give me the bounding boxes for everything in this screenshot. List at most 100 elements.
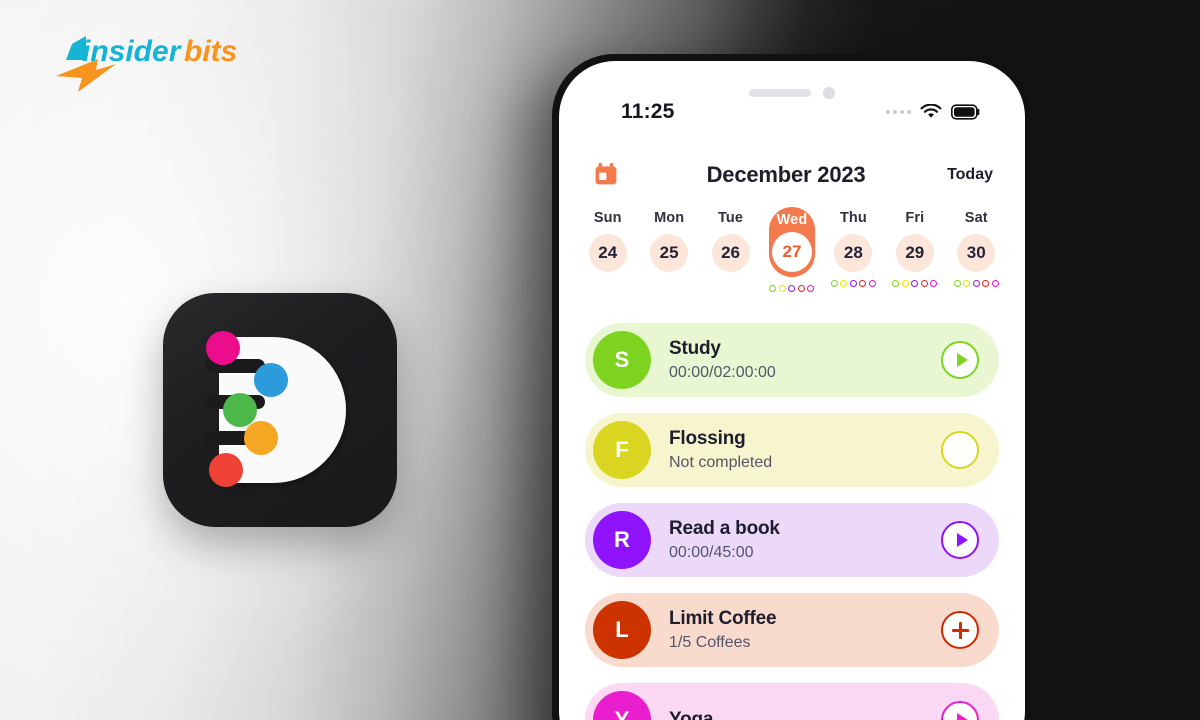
logo-text-bits: bits [184, 35, 237, 68]
indicator-dot [797, 285, 805, 292]
habit-avatar: Y [593, 691, 651, 720]
day-number: 25 [650, 234, 689, 272]
day-pill: Fri 29 [892, 207, 938, 272]
habit-text: Flossing Not completed [651, 428, 941, 472]
app-header: December 2023 Today [559, 153, 1025, 197]
week-day-mon[interactable]: Mon 25 [638, 207, 699, 293]
habit-title: Study [669, 338, 721, 359]
start-timer-button[interactable] [941, 701, 979, 720]
day-number: 29 [895, 234, 934, 272]
logo-text-insider: insider [82, 35, 183, 68]
habit-text: Read a book 00:00/45:00 [651, 518, 941, 562]
indicator-dot [920, 280, 928, 287]
day-pill: Mon 25 [646, 207, 692, 272]
start-timer-button[interactable] [941, 341, 979, 379]
indicator-dot [859, 280, 867, 287]
habit-text: Yoga [651, 709, 941, 720]
indicator-dot [778, 285, 786, 292]
habit-title: Read a book [669, 518, 780, 539]
promo-stage: insider bits 11:25 December 2023 Today S… [0, 0, 1200, 720]
day-number: 24 [588, 234, 627, 272]
habit-subtitle: 1/5 Coffees [669, 633, 751, 651]
indicator-dot [982, 280, 990, 287]
signal-dots-icon [886, 110, 911, 114]
indicator-dot [972, 280, 980, 287]
habit-card[interactable]: S Study 00:00/02:00:00 [585, 323, 999, 397]
plus-icon [951, 621, 969, 639]
app-icon-dot-red [209, 453, 243, 487]
day-name-label: Fri [905, 210, 925, 226]
battery-icon [951, 104, 980, 120]
phone-mockup: 11:25 December 2023 Today Sun 24 Mon 25 … [552, 54, 1032, 720]
day-name-label: Sat [964, 210, 988, 226]
habit-card[interactable]: F Flossing Not completed [585, 413, 999, 487]
status-time: 11:25 [621, 100, 675, 123]
week-day-wed[interactable]: Wed 27 [761, 207, 822, 293]
increment-counter-button[interactable] [941, 611, 979, 649]
logo-svg: insider bits [56, 35, 237, 92]
play-icon [956, 353, 968, 367]
indicator-dot [892, 280, 900, 287]
week-day-tue[interactable]: Tue 26 [700, 207, 761, 293]
day-name-label: Mon [654, 210, 685, 226]
indicator-dot [840, 280, 848, 287]
week-day-thu[interactable]: Thu 28 [823, 207, 884, 293]
indicator-dot [769, 285, 777, 292]
habit-list[interactable]: S Study 00:00/02:00:00 F Flossing Not complet… [559, 323, 1025, 720]
habit-card[interactable]: Y Yoga [585, 683, 999, 720]
indicator-dot [807, 285, 815, 292]
habit-avatar: L [593, 601, 651, 659]
habit-avatar: F [593, 421, 651, 479]
habit-indicator-dots [769, 284, 815, 293]
habit-card[interactable]: L Limit Coffee 1/5 Coffees [585, 593, 999, 667]
status-indicators [886, 104, 981, 120]
week-day-sun[interactable]: Sun 24 [577, 207, 638, 293]
status-bar: 11:25 [559, 99, 1025, 125]
habit-subtitle: 00:00/45:00 [669, 543, 754, 561]
indicator-dot [868, 280, 876, 287]
app-icon-dot-orange [244, 421, 278, 455]
app-icon[interactable] [163, 293, 397, 527]
indicator-dot [963, 280, 971, 287]
indicator-dot [849, 280, 857, 287]
habit-subtitle: 00:00/02:00:00 [669, 363, 776, 381]
day-pill: Tue 26 [708, 207, 754, 272]
week-day-fri[interactable]: Fri 29 [884, 207, 945, 293]
start-timer-button[interactable] [941, 521, 979, 559]
week-strip: Sun 24 Mon 25 Tue 26 Wed 27 Thu 28 Fri 29 Sat 30 [559, 207, 1025, 293]
today-button[interactable]: Today [945, 162, 995, 188]
app-icon-dot-pink [206, 331, 240, 365]
calendar-icon[interactable] [593, 162, 619, 188]
phone-notch [559, 87, 1025, 99]
habit-subtitle: Not completed [669, 453, 773, 471]
app-icon-artwork [205, 331, 346, 487]
habit-indicator-dots [830, 279, 876, 288]
habit-text: Study 00:00/02:00:00 [651, 338, 941, 382]
indicator-dot [901, 280, 909, 287]
day-number: 28 [834, 234, 873, 272]
habit-title: Flossing [669, 428, 746, 449]
habit-indicator-dots [892, 279, 938, 288]
phone-screen: 11:25 December 2023 Today Sun 24 Mon 25 … [559, 61, 1025, 720]
habit-card[interactable]: R Read a book 00:00/45:00 [585, 503, 999, 577]
week-day-sat[interactable]: Sat 30 [946, 207, 1007, 293]
indicator-dot [911, 280, 919, 287]
day-name-label: Tue [718, 210, 744, 226]
mark-complete-checkbox[interactable] [941, 431, 979, 469]
day-name-label: Thu [839, 210, 867, 226]
day-pill: Thu 28 [830, 207, 876, 272]
indicator-dot [830, 280, 838, 287]
front-camera-icon [823, 87, 835, 99]
day-pill: Sat 30 [953, 207, 999, 272]
wifi-icon [920, 104, 942, 118]
habit-title: Limit Coffee [669, 608, 777, 629]
habit-avatar: R [593, 511, 651, 569]
day-name-label: Sun [593, 210, 622, 226]
app-icon-dot-green [223, 393, 257, 427]
day-number: 27 [771, 232, 812, 272]
play-icon [956, 533, 968, 547]
habit-title: Yoga [669, 708, 714, 720]
indicator-dot [930, 280, 938, 287]
day-number: 26 [711, 234, 750, 272]
indicator-dot [953, 280, 961, 287]
